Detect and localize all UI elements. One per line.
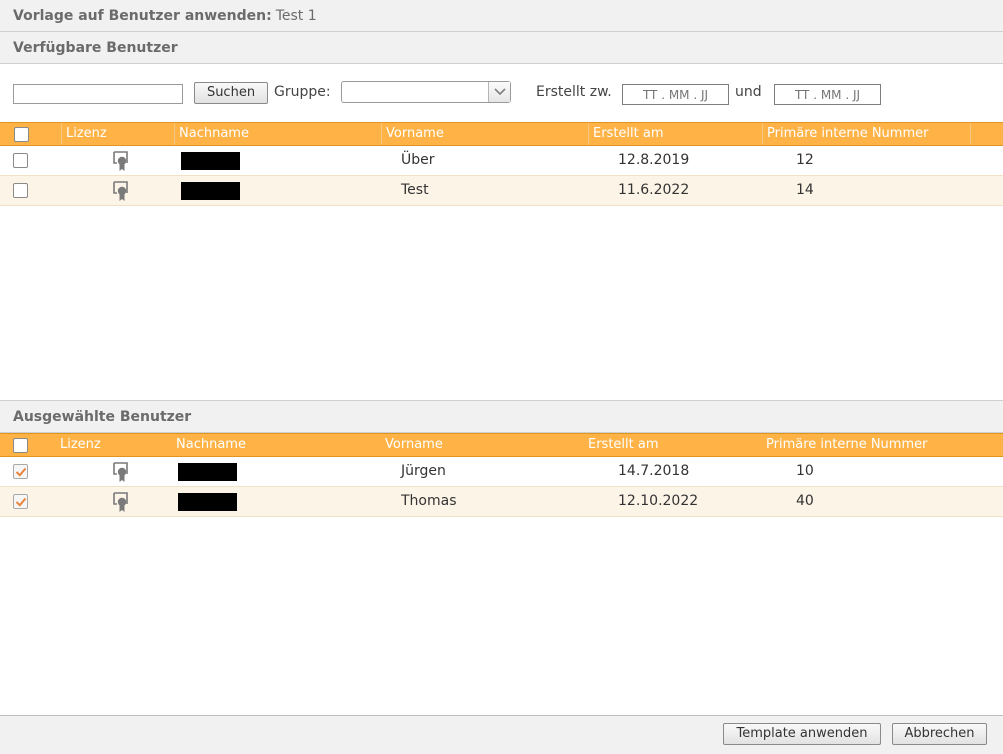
select-all-checkbox[interactable] <box>13 438 28 453</box>
date-to-input[interactable] <box>774 84 881 105</box>
group-label: Gruppe: <box>274 84 331 100</box>
column-header-nachname[interactable]: Nachname <box>172 434 381 456</box>
row-checkbox[interactable] <box>13 183 28 198</box>
apply-template-dialog: Vorlage auf Benutzer anwenden: Test 1 Ver… <box>0 0 1003 754</box>
column-header-vorname[interactable]: Vorname <box>381 123 588 145</box>
select-all-cell <box>0 434 61 456</box>
and-label: und <box>735 84 762 100</box>
filter-toolbar: Suchen Gruppe: Erstellt zw. und <box>0 64 1003 122</box>
column-header-spacer <box>970 123 1003 145</box>
row-checkbox[interactable] <box>13 153 28 168</box>
table-body: Über 12.8.2019 12 Test 11.6.2022 14 <box>0 146 1003 206</box>
cell-erstellt-am: 12.10.2022 <box>618 493 699 509</box>
dialog-title-label: Vorlage auf Benutzer anwenden: <box>13 8 272 24</box>
column-header-lizenz[interactable]: Lizenz <box>56 434 174 456</box>
cell-nummer: 14 <box>796 182 814 198</box>
selected-users-heading: Ausgewählte Benutzer <box>0 401 1003 433</box>
cell-erstellt-am: 12.8.2019 <box>618 152 690 168</box>
available-users-table: Lizenz Nachname Vorname Erstellt am Prim… <box>0 122 1003 206</box>
redacted-nachname <box>181 152 240 170</box>
checkmark-icon <box>15 467 27 477</box>
template-name: Test 1 <box>275 8 317 24</box>
license-certificate-icon <box>111 180 131 202</box>
cancel-button[interactable]: Abbrechen <box>892 723 987 745</box>
checkmark-icon <box>15 497 27 507</box>
cell-vorname: Über <box>401 152 435 168</box>
dialog-title-bar: Vorlage auf Benutzer anwenden: Test 1 <box>0 0 1003 32</box>
column-header-erstellt-am[interactable]: Erstellt am <box>584 434 762 456</box>
license-certificate-icon <box>111 150 131 172</box>
search-button[interactable]: Suchen <box>194 82 268 104</box>
created-between-label: Erstellt zw. <box>536 84 612 100</box>
dialog-footer: Template anwenden Abbrechen <box>0 715 1003 754</box>
license-certificate-icon <box>111 461 131 483</box>
available-users-heading: Verfügbare Benutzer <box>0 32 1003 64</box>
column-header-nummer[interactable]: Primäre interne Nummer <box>762 434 1003 456</box>
select-all-cell <box>0 123 61 145</box>
table-row[interactable]: Thomas 12.10.2022 40 <box>0 487 1003 517</box>
search-input[interactable] <box>13 84 183 104</box>
cell-vorname: Thomas <box>401 493 457 509</box>
table-row[interactable]: Jürgen 14.7.2018 10 <box>0 457 1003 487</box>
column-header-nummer[interactable]: Primäre interne Nummer <box>762 123 970 145</box>
table-body: Jürgen 14.7.2018 10 Thomas 12.10.2022 40 <box>0 457 1003 517</box>
select-all-checkbox[interactable] <box>14 127 29 142</box>
table-row[interactable]: Über 12.8.2019 12 <box>0 146 1003 176</box>
table-header: Lizenz Nachname Vorname Erstellt am Prim… <box>0 433 1003 457</box>
license-certificate-icon <box>111 491 131 513</box>
column-header-lizenz[interactable]: Lizenz <box>61 123 174 145</box>
column-header-nachname[interactable]: Nachname <box>174 123 381 145</box>
cell-erstellt-am: 14.7.2018 <box>618 463 690 479</box>
cell-vorname: Jürgen <box>401 463 446 479</box>
redacted-nachname <box>181 182 240 200</box>
selected-users-table: Lizenz Nachname Vorname Erstellt am Prim… <box>0 433 1003 517</box>
group-select[interactable] <box>341 81 511 103</box>
date-from-input[interactable] <box>622 84 729 105</box>
table-header: Lizenz Nachname Vorname Erstellt am Prim… <box>0 122 1003 146</box>
redacted-nachname <box>178 463 237 481</box>
row-checkbox[interactable] <box>13 464 28 479</box>
redacted-nachname <box>178 493 237 511</box>
cell-nummer: 10 <box>796 463 814 479</box>
column-header-erstellt-am[interactable]: Erstellt am <box>588 123 762 145</box>
cell-nummer: 12 <box>796 152 814 168</box>
column-header-vorname[interactable]: Vorname <box>381 434 584 456</box>
cell-vorname: Test <box>401 182 429 198</box>
table-row[interactable]: Test 11.6.2022 14 <box>0 176 1003 206</box>
cell-nummer: 40 <box>796 493 814 509</box>
cell-erstellt-am: 11.6.2022 <box>618 182 690 198</box>
row-checkbox[interactable] <box>13 494 28 509</box>
apply-template-button[interactable]: Template anwenden <box>723 723 881 745</box>
chevron-down-icon[interactable] <box>488 82 510 102</box>
